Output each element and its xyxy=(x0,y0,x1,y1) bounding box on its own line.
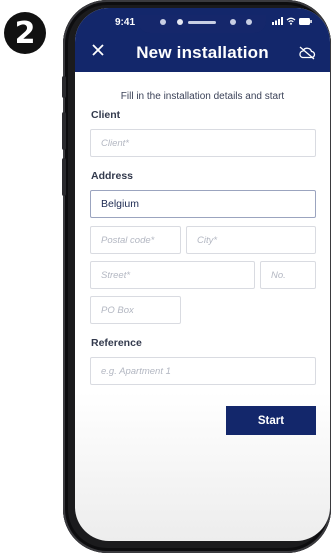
po-box-input[interactable]: PO Box xyxy=(90,296,181,324)
form-instructions: Fill in the installation details and sta… xyxy=(120,91,285,102)
phone-side-button xyxy=(62,158,66,196)
page-title: New installation xyxy=(136,43,269,62)
postal-code-input[interactable]: Postal code* xyxy=(90,226,181,254)
country-field[interactable]: Belgium xyxy=(90,190,316,218)
phone-notch xyxy=(138,15,266,33)
signal-icon xyxy=(272,17,283,25)
phone-screen: 9:41 New installation Fill in the instal… xyxy=(75,8,330,541)
status-time: 9:41 xyxy=(115,17,136,28)
wifi-icon xyxy=(286,17,296,25)
address-label: Address xyxy=(91,170,134,182)
start-button[interactable]: Start xyxy=(226,406,316,435)
reference-label: Reference xyxy=(91,337,142,349)
client-label: Client xyxy=(91,109,121,121)
reference-input[interactable]: e.g. Apartment 1 xyxy=(90,357,316,385)
step-number-badge: 2 xyxy=(4,12,46,54)
phone-side-button xyxy=(62,76,66,98)
system-status-icons xyxy=(272,17,312,25)
house-number-input[interactable]: No. xyxy=(260,261,316,289)
status-bar: 9:41 xyxy=(75,15,330,33)
street-input[interactable]: Street* xyxy=(90,261,255,289)
cloud-off-icon[interactable] xyxy=(298,46,316,60)
phone-side-button xyxy=(62,112,66,150)
battery-icon xyxy=(299,17,312,25)
app-header: 9:41 New installation xyxy=(75,8,330,72)
city-input[interactable]: City* xyxy=(186,226,316,254)
client-input[interactable]: Client* xyxy=(90,129,316,157)
